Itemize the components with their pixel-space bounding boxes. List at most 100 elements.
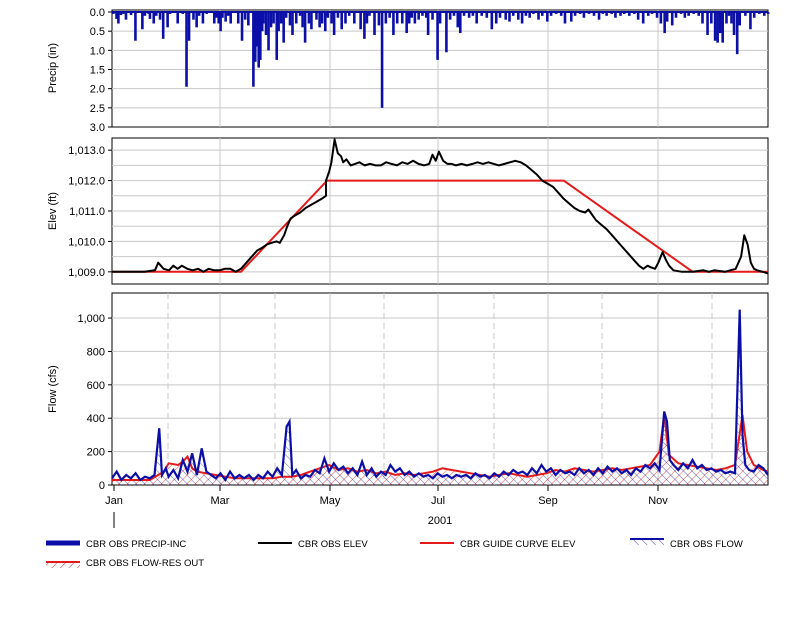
precip-bar xyxy=(546,12,549,22)
precip-bar xyxy=(221,12,224,18)
precip-bar xyxy=(187,12,191,41)
precip-bar xyxy=(628,12,631,16)
precip-bar xyxy=(294,12,298,24)
precip-bar xyxy=(605,12,608,16)
y-tick-label: 800 xyxy=(87,346,105,358)
precip-bar xyxy=(636,12,640,20)
precip-bar xyxy=(168,12,172,14)
precip-bar xyxy=(330,12,333,24)
precip-bar xyxy=(730,12,733,24)
precip-bar xyxy=(134,12,137,41)
precip-bar xyxy=(475,12,478,24)
y-tick-label: 2.0 xyxy=(90,84,105,96)
precip-bar xyxy=(517,12,520,20)
x-tick-label: Jul xyxy=(431,495,445,507)
legend-guide-label: CBR GUIDE CURVE ELEV xyxy=(460,539,576,550)
precip-bar xyxy=(277,12,280,32)
legend-flow-res-out: CBR OBS FLOW-RES OUT xyxy=(46,558,204,569)
precip-bar xyxy=(732,12,736,35)
precip-bar xyxy=(332,12,336,35)
precip-bar xyxy=(201,12,205,24)
x-tick-label: Mar xyxy=(211,495,230,507)
precip-bar xyxy=(716,12,719,43)
precip-bar xyxy=(141,12,144,30)
precip-bar xyxy=(549,12,553,16)
y-tick-label: 0 xyxy=(99,480,105,492)
legend-flow-res-out-label: CBR OBS FLOW-RES OUT xyxy=(86,558,204,569)
precip-bar xyxy=(485,12,489,18)
precip-bar xyxy=(388,12,391,18)
precip-bar xyxy=(592,12,596,16)
precip-bar xyxy=(445,12,448,53)
precip-bar xyxy=(344,12,347,24)
precip-bar xyxy=(236,12,240,24)
precip-bar xyxy=(129,12,133,16)
precip-bar xyxy=(267,12,270,51)
legend-flow-label: CBR OBS FLOW xyxy=(670,539,743,550)
precip-bar xyxy=(417,12,420,20)
precip-bar xyxy=(192,12,195,20)
precip-bar xyxy=(161,12,165,39)
precip-bar xyxy=(340,12,343,30)
precip-bar xyxy=(205,12,209,14)
precip-bar xyxy=(646,12,650,16)
precip-bar xyxy=(380,12,384,108)
precip-bar xyxy=(363,12,366,39)
legend-precip-label: CBR OBS PRECIP-INC xyxy=(86,539,186,550)
legend-elev-label: CBR OBS ELEV xyxy=(298,539,368,550)
precip-bar xyxy=(176,12,179,24)
precip-bar xyxy=(563,12,567,24)
flow-panel: 0 200 400 600 800 1,000 Flow (cfs) xyxy=(47,292,769,492)
precip-bar xyxy=(421,12,424,16)
precip-bar xyxy=(665,12,669,22)
precip-bar xyxy=(578,12,582,14)
precip-bar xyxy=(462,12,466,16)
precip-bar xyxy=(365,12,369,24)
precip-bar xyxy=(752,12,756,18)
precip-bar xyxy=(573,12,577,16)
legend-elev: CBR OBS ELEV xyxy=(258,539,368,550)
precip-bar xyxy=(112,12,115,14)
precip-bar xyxy=(674,12,678,18)
precip-bar xyxy=(122,12,125,14)
y-tick-label: 1,012.0 xyxy=(68,176,105,188)
flow-y-label: Flow (cfs) xyxy=(47,365,59,413)
legend-precip: CBR OBS PRECIP-INC xyxy=(46,539,186,550)
precip-bar xyxy=(284,12,288,18)
precip-bar xyxy=(336,12,340,18)
precip-bar xyxy=(143,12,147,16)
precip-bar xyxy=(226,12,230,16)
precip-bar xyxy=(679,12,683,14)
precip-bar xyxy=(692,12,695,14)
elev-y-label: Elev (ft) xyxy=(47,192,59,230)
legend-guide: CBR GUIDE CURVE ELEV xyxy=(420,539,576,550)
legend-flow: CBR OBS FLOW xyxy=(630,538,743,550)
precip-bar xyxy=(670,12,674,26)
precip-bar xyxy=(166,12,169,28)
precip-bar xyxy=(410,12,414,18)
precip-y-label: Precip (in) xyxy=(47,43,59,93)
y-tick-label: 1,010.0 xyxy=(68,236,105,248)
precip-bar xyxy=(641,12,645,24)
precip-bar xyxy=(407,12,411,24)
y-tick-label: 1.5 xyxy=(90,65,105,77)
precip-bar xyxy=(195,12,198,28)
precip-bar xyxy=(400,12,404,24)
precip-bar xyxy=(683,12,687,18)
precip-bar xyxy=(148,12,152,19)
precip-bar xyxy=(301,12,304,28)
y-tick-label: 0.0 xyxy=(90,7,105,19)
precip-bar xyxy=(663,12,666,34)
precip-bar xyxy=(181,12,185,14)
precip-bar xyxy=(212,12,216,24)
x-tick-label: May xyxy=(320,495,341,507)
precip-bar xyxy=(597,12,601,20)
precip-bar xyxy=(368,12,371,16)
precip-bar xyxy=(718,12,722,34)
x-axis: 2001 Jan Mar May Jul Sep Nov xyxy=(105,485,668,528)
precip-bar xyxy=(540,12,544,16)
precip-bar xyxy=(725,12,728,24)
precip-bar xyxy=(622,12,626,14)
precip-bar xyxy=(262,12,265,24)
precip-bar xyxy=(315,12,318,20)
